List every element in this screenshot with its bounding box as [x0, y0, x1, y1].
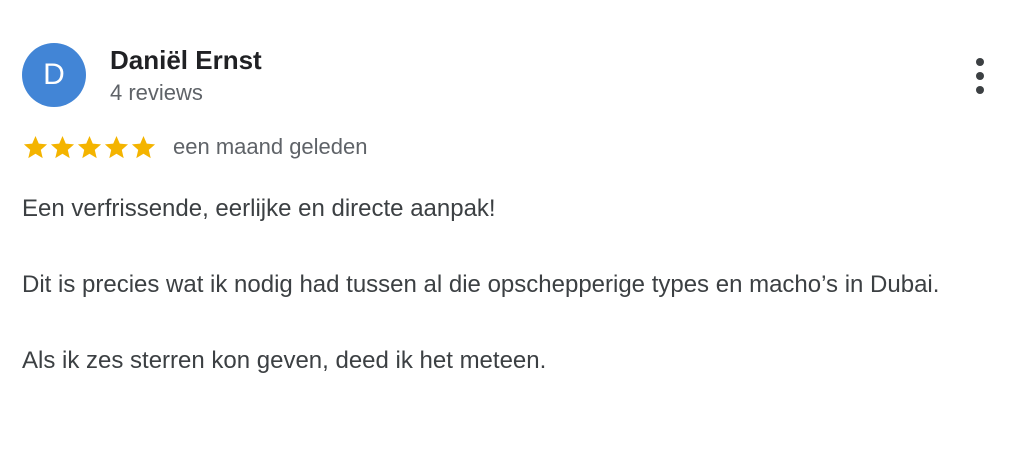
review-text: Een verfrissende, eerlijke en directe aa…	[22, 190, 1002, 380]
review-paragraph: Een verfrissende, eerlijke en directe aa…	[22, 195, 496, 222]
star-icon	[131, 135, 156, 158]
star-icon	[50, 135, 75, 158]
more-vert-icon-dot	[976, 86, 984, 94]
star-icon	[77, 135, 102, 158]
star-icon	[104, 135, 129, 158]
star-icon	[23, 135, 48, 158]
more-vert-icon	[976, 58, 984, 66]
review-card: D Daniël Ernst 4 reviews een maand geled…	[0, 0, 1028, 450]
avatar[interactable]: D	[22, 43, 86, 107]
reviewer-name[interactable]: Daniël Ernst	[110, 45, 262, 76]
review-count: 4 reviews	[110, 80, 203, 105]
review-paragraph: Als ik zes sterren kon geven, deed ik he…	[22, 347, 547, 374]
review-date: een maand geleden	[173, 134, 368, 159]
more-vert-icon-dot	[976, 72, 984, 80]
review-paragraph: Dit is precies wat ik nodig had tussen a…	[22, 271, 940, 298]
more-options-button[interactable]	[964, 54, 996, 98]
star-rating	[22, 134, 157, 161]
rating-row: een maand geleden	[22, 132, 368, 162]
